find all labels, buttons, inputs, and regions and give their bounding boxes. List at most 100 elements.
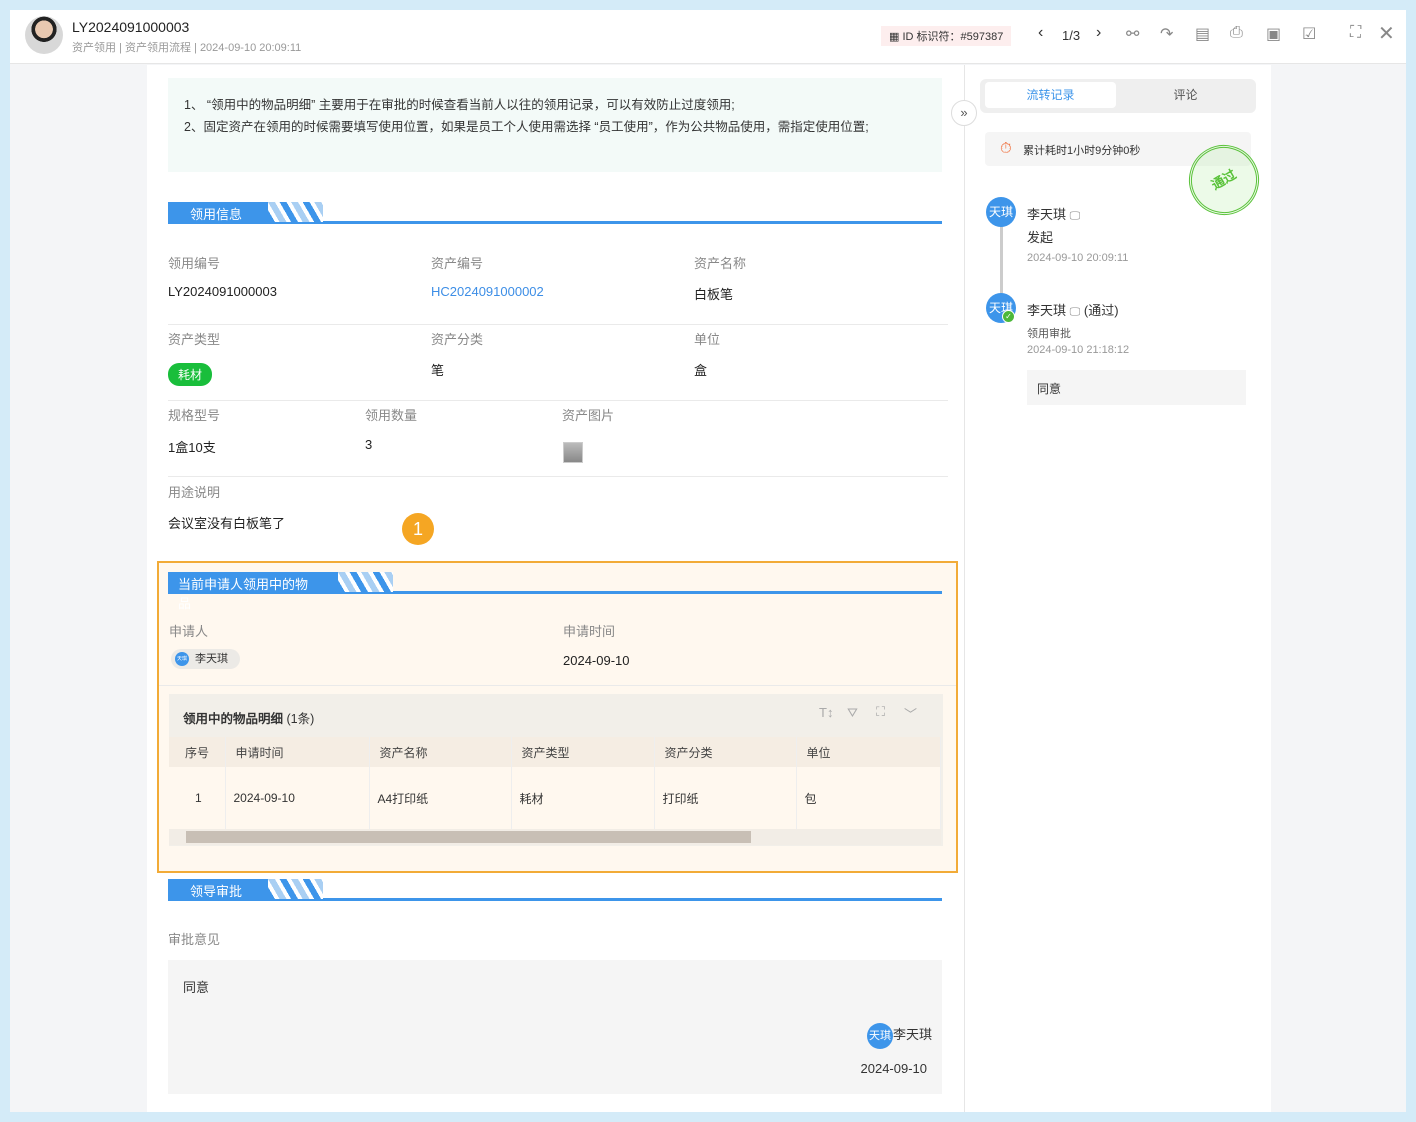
next-icon[interactable]: › <box>1096 24 1101 42</box>
field-value: 盒 <box>694 360 707 379</box>
field-value: 2024-09-10 <box>563 653 630 668</box>
notice-line: 2、固定资产在领用的时候需要填写使用位置，如果是员工个人使用需选择 “员工使用”… <box>184 116 926 138</box>
section-header: 当前申请人领用中的物品 <box>168 572 942 594</box>
section-header: 领导审批 <box>168 879 942 901</box>
approval-opinion: 同意 <box>183 977 209 996</box>
column-header[interactable]: 申请时间 <box>225 737 369 767</box>
asset-image-thumbnail[interactable] <box>563 442 583 463</box>
column-header[interactable]: 单位 <box>796 737 941 767</box>
field-label: 申请时间 <box>563 621 615 640</box>
field-value: 会议室没有白板笔了 <box>168 513 285 532</box>
checkbox-icon[interactable]: ☑ <box>1302 24 1316 44</box>
field-label: 资产类型 <box>168 329 220 348</box>
window: LY2024091000003 资产领用 | 资产领用流程 | 2024-09-… <box>10 10 1406 1112</box>
doc-check-icon[interactable]: ▤ <box>1195 24 1210 44</box>
tab-flow-record[interactable]: 流转记录 <box>985 82 1116 108</box>
applicant-chip: 天琪李天琪 <box>171 649 240 669</box>
approval-box: 同意 天琪李天琪 2024-09-10 <box>168 960 942 1094</box>
table-header-row: 序号 申请时间 资产名称 资产类型 资产分类 单位 <box>169 737 941 767</box>
table-title: 领用中的物品明细 (1条) <box>183 708 314 727</box>
expand-icon[interactable]: ⛶ <box>876 704 885 720</box>
field-label: 申请人 <box>169 621 208 640</box>
breadcrumb: 资产领用 | 资产领用流程 | 2024-09-10 20:09:11 <box>72 39 301 55</box>
highlighted-section: 当前申请人领用中的物品 申请人 天琪李天琪 申请时间 2024-09-10 领用… <box>157 561 958 873</box>
elapsed-text: 累计耗时1小时9分钟0秒 <box>1023 145 1140 157</box>
tab-comments[interactable]: 评论 <box>1120 82 1251 108</box>
collapse-icon[interactable]: » <box>951 100 977 126</box>
cell: 2024-09-10 <box>225 767 369 829</box>
approval-date: 2024-09-10 <box>861 1061 928 1076</box>
stopwatch-icon: ⏱ <box>1000 140 1012 157</box>
column-header[interactable]: 序号 <box>169 737 225 767</box>
avatar: 天琪 <box>986 197 1016 227</box>
id-badge[interactable]: ▦ ID 标识符：#597387 <box>881 26 1011 46</box>
field-label: 领用数量 <box>365 405 417 424</box>
timeline-name: 李天琪 🖵 <box>1027 204 1080 223</box>
field-label: 规格型号 <box>168 405 220 424</box>
signer-name: 李天琪 <box>893 1027 932 1042</box>
scrollbar-thumb[interactable] <box>186 831 751 843</box>
print-icon[interactable]: ⎙ <box>1230 24 1243 42</box>
field-value: 3 <box>365 437 372 452</box>
notice-box: 1、 “领用中的物品明细” 主要用于在审批的时候查看当前人以往的领用记录，可以有… <box>168 78 942 172</box>
table-icon: ▦ <box>889 31 902 43</box>
asset-type-tag: 耗材 <box>168 363 212 386</box>
avatar: 天琪 <box>867 1023 893 1049</box>
check-icon: ✓ <box>1002 310 1015 323</box>
section-title: 当前申请人领用中的物品 <box>168 572 338 592</box>
field-label: 资产图片 <box>562 405 614 424</box>
table-row[interactable]: 1 2024-09-10 A4打印纸 耗材 打印纸 包 <box>169 767 941 829</box>
field-label: 审批意见 <box>168 929 220 948</box>
cell: 打印纸 <box>654 767 796 829</box>
timeline-time: 2024-09-10 21:18:12 <box>1027 344 1129 356</box>
section-title: 领导审批 <box>168 879 268 899</box>
header: LY2024091000003 资产领用 | 资产领用流程 | 2024-09-… <box>10 10 1406 64</box>
share-icon[interactable]: ↷ <box>1160 24 1173 44</box>
chevron-down-icon[interactable]: ﹀ <box>904 704 917 723</box>
field-value: 1盒10支 <box>168 437 216 456</box>
section-header: 领用信息 <box>168 202 942 224</box>
form-content: 1、 “领用中的物品明细” 主要用于在审批的时候查看当前人以往的领用记录，可以有… <box>147 65 964 1112</box>
tab-bar: 流转记录 评论 <box>980 79 1256 113</box>
timeline-time: 2024-09-10 20:09:11 <box>1027 252 1128 264</box>
items-table: 领用中的物品明细 (1条) T↕ ⛛ ⛶ ﹀ 序号 申请时间 资产名称 资产类型… <box>169 694 943 846</box>
column-header[interactable]: 资产类型 <box>511 737 654 767</box>
notice-line: 1、 “领用中的物品明细” 主要用于在审批的时候查看当前人以往的领用记录，可以有… <box>184 94 926 116</box>
avatar: 天琪 <box>175 652 189 666</box>
link-icon[interactable]: ⚯ <box>1126 24 1139 44</box>
side-panel: » 流转记录 评论 ⏱累计耗时1小时9分钟0秒 通过 天琪 李天琪 🖵 发起 2… <box>964 65 1271 1112</box>
text-size-icon[interactable]: T↕ <box>819 705 833 720</box>
signer: 天琪李天琪 <box>867 1023 932 1049</box>
field-label: 用途说明 <box>168 482 220 501</box>
field-label: 资产名称 <box>694 253 746 272</box>
close-icon[interactable]: ✕ <box>1378 21 1395 46</box>
field-label: 资产分类 <box>431 329 483 348</box>
filter-icon[interactable]: ⛛ <box>847 705 858 721</box>
id-label: ID 标识符：#597387 <box>902 31 1003 43</box>
column-header[interactable]: 资产分类 <box>654 737 796 767</box>
field-label: 资产编号 <box>431 253 483 272</box>
applicant-name: 李天琪 <box>195 653 228 665</box>
field-value: LY2024091000003 <box>168 284 277 299</box>
field-value: 笔 <box>431 360 444 379</box>
calendar-icon[interactable]: ▣ <box>1266 24 1281 44</box>
prev-icon[interactable]: ‹ <box>1038 24 1043 42</box>
cell: 耗材 <box>511 767 654 829</box>
step-marker: 1 <box>402 513 434 545</box>
cell: A4打印纸 <box>369 767 511 829</box>
pager: 1/3 <box>1062 28 1080 43</box>
column-header[interactable]: 资产名称 <box>369 737 511 767</box>
cell: 包 <box>796 767 941 829</box>
field-label: 单位 <box>694 329 720 348</box>
page-title: LY2024091000003 <box>72 19 189 35</box>
timeline-comment: 同意 <box>1027 370 1246 405</box>
desktop-icon: 🖵 <box>1070 306 1081 318</box>
fullscreen-icon[interactable]: ⛶ <box>1350 24 1361 42</box>
cell: 1 <box>169 767 225 829</box>
horizontal-scrollbar[interactable] <box>169 829 941 845</box>
asset-code-link[interactable]: HC2024091000002 <box>431 284 544 299</box>
timeline-name: 李天琪 🖵 (通过) <box>1027 300 1119 319</box>
section-title: 领用信息 <box>168 202 268 222</box>
desktop-icon: 🖵 <box>1070 210 1081 222</box>
field-value: 白板笔 <box>694 284 733 303</box>
